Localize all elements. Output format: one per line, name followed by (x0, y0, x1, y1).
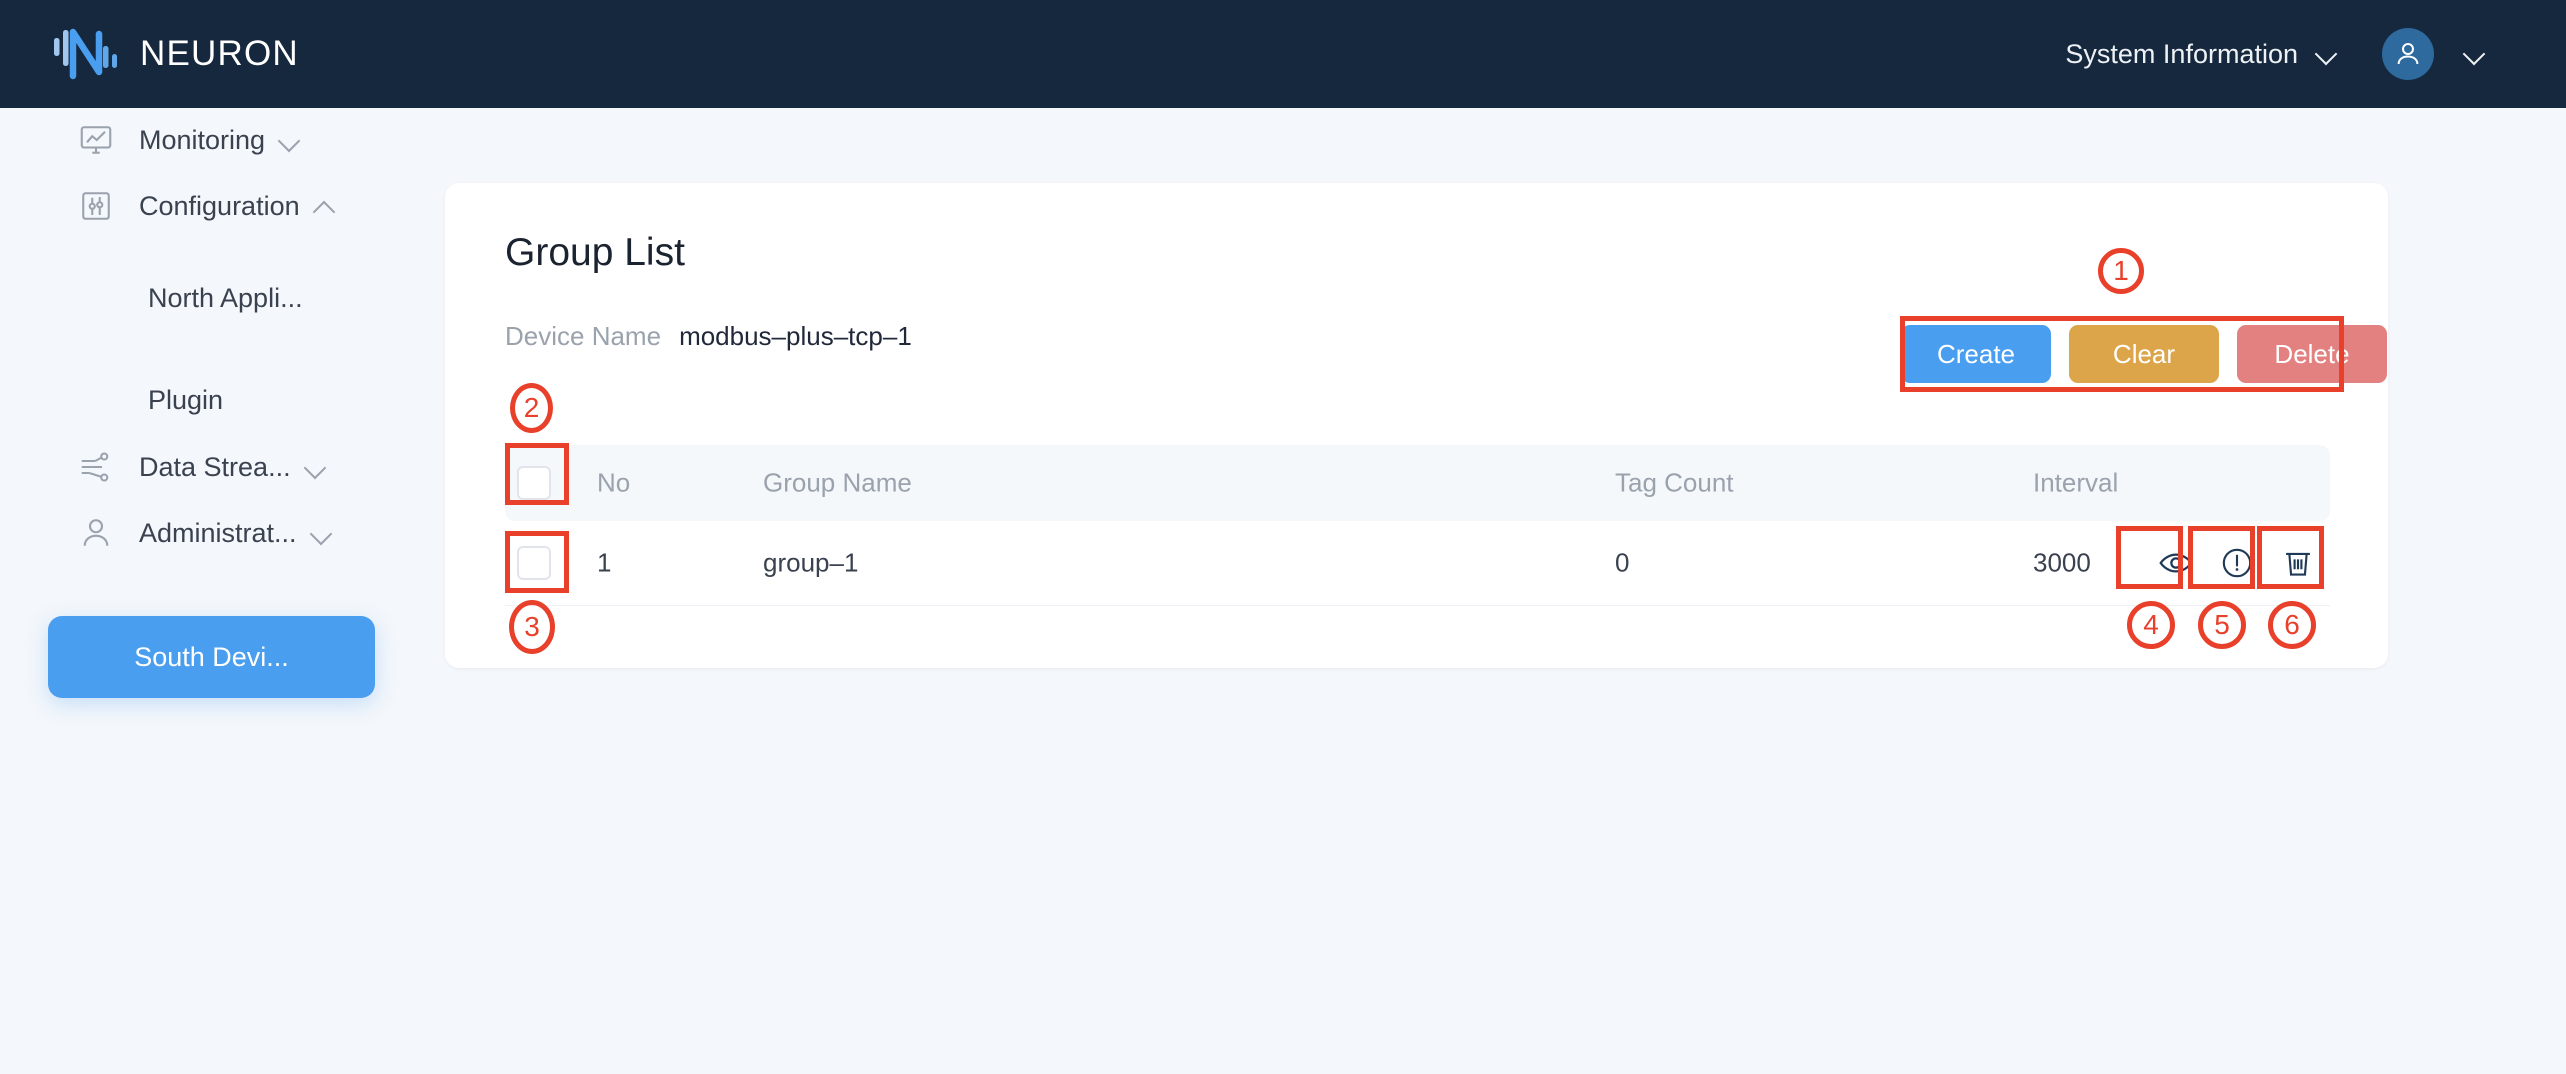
row-actions (2156, 543, 2318, 583)
chevron-down-icon (2316, 43, 2338, 65)
neuron-logo-icon (52, 28, 118, 80)
group-list-card: Group List Device Name modbus–plus–tcp–1… (445, 183, 2388, 668)
sidebar-item-label: Administrat... (139, 517, 297, 548)
device-name-value: modbus–plus–tcp–1 (679, 321, 912, 351)
brand-name: NEURON (140, 34, 299, 73)
device-name-row: Device Name modbus–plus–tcp–1 (505, 321, 912, 352)
sidebar-item-monitoring[interactable]: Monitoring (0, 108, 445, 172)
column-header-no: No (597, 467, 631, 498)
chevron-down-icon (279, 130, 299, 150)
column-header-tag-count: Tag Count (1615, 467, 1734, 498)
sidebar-item-label: North Appli... (148, 282, 303, 313)
sidebar-item-south-devices[interactable]: South Devi... (48, 616, 375, 698)
sidebar-item-plugin[interactable]: Plugin (0, 370, 445, 430)
sidebar-item-label: Data Strea... (139, 451, 291, 482)
cell-no: 1 (597, 547, 612, 578)
brand: NEURON (52, 28, 299, 80)
column-header-group-name: Group Name (763, 467, 912, 498)
device-name-label: Device Name (505, 321, 662, 351)
sidebar: Monitoring Configuration North Appli... … (0, 108, 445, 1074)
system-information-label: System Information (2065, 38, 2298, 69)
cell-group-name: group–1 (763, 547, 859, 578)
delete-button[interactable]: Delete (2237, 325, 2387, 383)
chevron-down-icon (311, 523, 331, 543)
row-checkbox[interactable] (517, 546, 551, 580)
system-information-menu[interactable]: System Information (2065, 39, 2338, 70)
view-icon[interactable] (2156, 543, 2196, 583)
column-header-interval: Interval (2033, 467, 2119, 498)
sidebar-item-label: South Devi... (134, 641, 289, 672)
cell-tag-count: 0 (1615, 547, 1630, 578)
sidebar-item-administration[interactable]: Administrat... (0, 501, 445, 565)
alert-icon[interactable] (2217, 543, 2257, 583)
action-buttons: Create Clear Delete (1901, 325, 2387, 383)
cell-interval: 3000 (2033, 547, 2091, 578)
monitor-chart-icon (75, 119, 117, 161)
data-stream-icon (75, 446, 117, 488)
header-select-all-checkbox[interactable] (517, 466, 551, 500)
page-title: Group List (505, 231, 685, 274)
trash-icon[interactable] (2278, 543, 2318, 583)
table-header-row: No Group Name Tag Count Interval (505, 445, 2330, 521)
clear-button[interactable]: Clear (2069, 325, 2219, 383)
create-button[interactable]: Create (1901, 325, 2051, 383)
avatar-wrap (2382, 28, 2486, 80)
app-header: NEURON System Information (0, 0, 2566, 108)
sidebar-item-data-stream[interactable]: Data Strea... (0, 435, 445, 499)
sidebar-item-configuration[interactable]: Configuration (0, 174, 445, 238)
header-right: System Information (2065, 0, 2486, 108)
sidebar-item-north-apps[interactable]: North Appli... (0, 268, 445, 328)
sidebar-item-label: Monitoring (139, 124, 266, 155)
chevron-up-icon (314, 196, 334, 216)
sidebar-item-label: Plugin (148, 384, 224, 415)
chevron-down-icon[interactable] (2464, 43, 2486, 65)
chevron-down-icon (305, 457, 325, 477)
sidebar-item-label: Configuration (139, 190, 300, 221)
table-row: 1 group–1 0 3000 (505, 521, 2330, 606)
sliders-icon (75, 185, 117, 227)
user-avatar-icon[interactable] (2382, 28, 2434, 80)
user-outline-icon (75, 512, 117, 554)
